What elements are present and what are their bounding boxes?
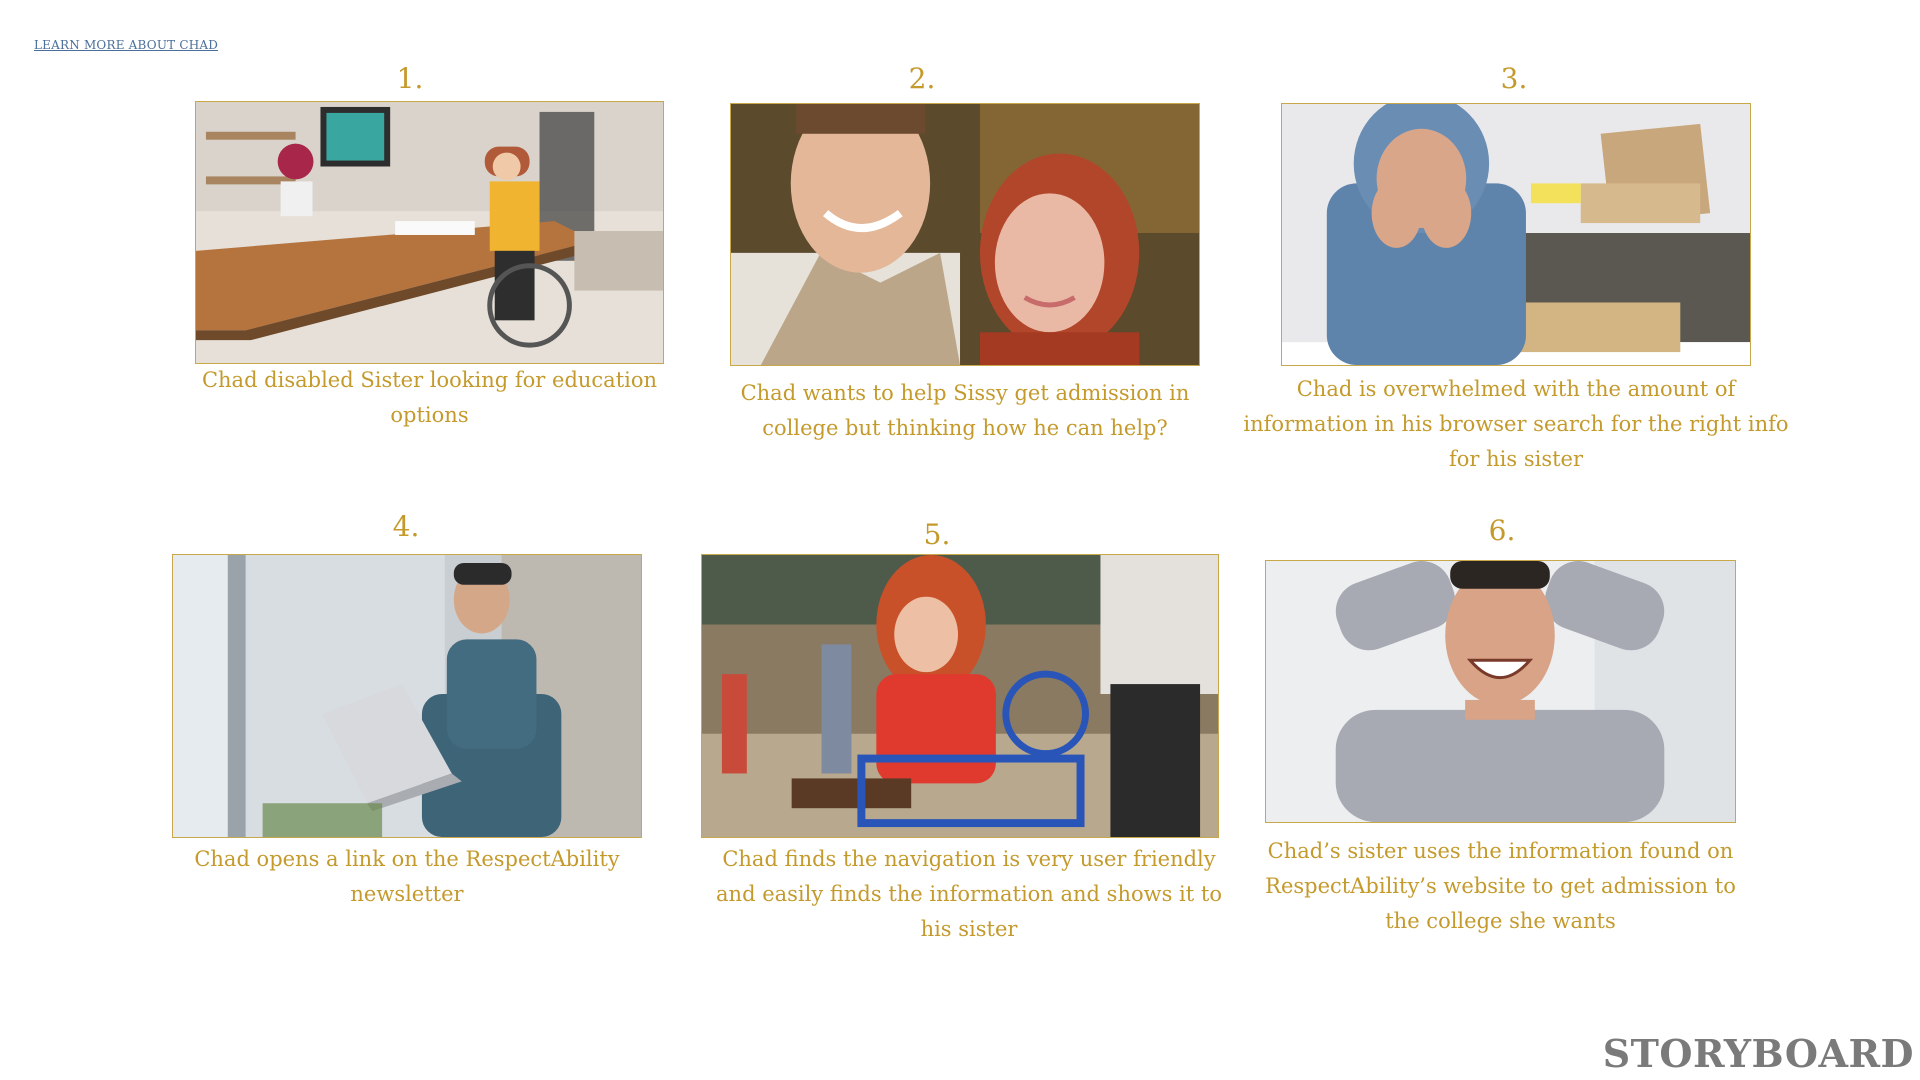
- panel-6-caption: Chad’s sister uses the information found…: [1265, 839, 1736, 933]
- panel-3-caption: Chad is overwhelmed with the amount of i…: [1243, 377, 1789, 471]
- panel-4-number: 4.: [392, 510, 420, 543]
- panel-2-caption: Chad wants to help Sissy get admission i…: [740, 381, 1190, 440]
- panel-2-image: [730, 103, 1200, 366]
- panel-5-caption: Chad finds the navigation is very user f…: [716, 847, 1222, 941]
- panel-3-image: [1281, 103, 1751, 366]
- panel-4-caption: Chad opens a link on the RespectAbility …: [194, 847, 620, 906]
- panel-4-image: [172, 554, 642, 838]
- panel-3-number: 3.: [1500, 62, 1528, 95]
- panel-6-number: 6.: [1488, 514, 1516, 547]
- panel-1-image: [195, 101, 664, 364]
- panel-2-number: 2.: [908, 62, 936, 95]
- panel-5-image: [701, 554, 1219, 838]
- panel-1-caption: Chad disabled Sister looking for educati…: [201, 368, 658, 427]
- learn-more-link[interactable]: LEARN MORE ABOUT CHAD: [34, 38, 218, 52]
- panel-1-number: 1.: [396, 62, 424, 95]
- panel-6-image: [1265, 560, 1736, 823]
- storyboard-watermark: STORYBOARD: [1602, 1031, 1914, 1076]
- panel-5-number: 5.: [923, 518, 951, 551]
